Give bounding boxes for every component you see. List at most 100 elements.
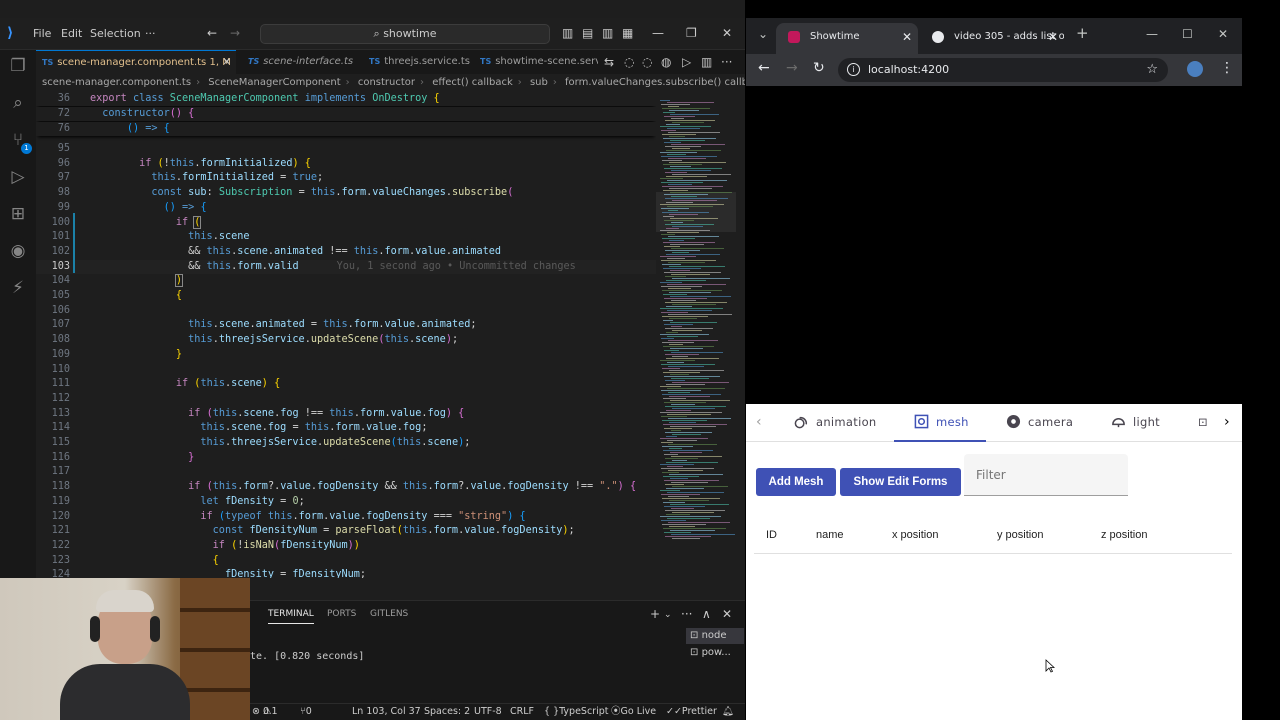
browser-tab-showtime[interactable]: Showtime ✕ bbox=[776, 23, 918, 54]
menu-edit[interactable]: Edit bbox=[61, 27, 82, 40]
code-line: 102 && this.scene.animated !== this.form… bbox=[36, 245, 656, 259]
show-edit-forms-button[interactable]: Show Edit Forms bbox=[840, 468, 961, 496]
tab-light[interactable]: light bbox=[1111, 404, 1160, 442]
tab-mesh[interactable]: mesh bbox=[894, 404, 986, 442]
tab-search-icon[interactable]: ⌄ bbox=[758, 27, 768, 41]
tab-scene-interface[interactable]: TS scene-interface.ts bbox=[242, 50, 362, 74]
new-terminal-icon[interactable]: + bbox=[650, 607, 660, 621]
layout-panel-icon[interactable]: ▤ bbox=[582, 26, 593, 40]
forward-icon[interactable]: → bbox=[786, 60, 798, 76]
menu-more-icon[interactable]: ··· bbox=[145, 27, 156, 40]
address-bar[interactable]: i localhost:4200 ☆ bbox=[838, 58, 1168, 82]
back-arrow-icon[interactable]: ← bbox=[207, 26, 217, 40]
new-tab-icon[interactable]: + bbox=[1076, 24, 1089, 42]
layout-customize-icon[interactable]: ▦ bbox=[622, 26, 633, 40]
minimap-line bbox=[666, 332, 678, 333]
code-editor[interactable]: 36 export class SceneManagerComponent imp… bbox=[36, 92, 656, 578]
more-actions-icon[interactable]: ··· bbox=[721, 55, 732, 69]
more-icon[interactable]: ··· bbox=[681, 607, 692, 621]
column-z-position[interactable]: z position bbox=[1101, 529, 1147, 541]
maximize-icon[interactable]: ❐ bbox=[686, 26, 697, 40]
breadcrumb-class[interactable]: SceneManagerComponent bbox=[208, 77, 340, 88]
terminal-list-item[interactable]: ⊡ node bbox=[686, 628, 744, 644]
problems-indicator[interactable]: ⊗ 0 ⚠ 1 bbox=[252, 704, 278, 720]
extensions-icon[interactable]: ⊞ bbox=[8, 204, 28, 224]
bookmark-star-icon[interactable]: ☆ bbox=[1146, 58, 1158, 82]
column-y-position[interactable]: y position bbox=[997, 529, 1043, 541]
menu-selection[interactable]: Selection bbox=[90, 27, 141, 40]
cursor-position[interactable]: Ln 103, Col 37 bbox=[352, 704, 421, 720]
timeline-next-icon[interactable]: ◌ bbox=[642, 55, 652, 69]
prettier[interactable]: ✓✓ Prettier bbox=[666, 704, 717, 720]
tab-animation[interactable]: animation bbox=[794, 404, 877, 442]
maximize-panel-icon[interactable]: ∧ bbox=[702, 607, 711, 621]
go-live[interactable]: ⦿ Go Live bbox=[611, 704, 656, 720]
reload-icon[interactable]: ↻ bbox=[813, 60, 825, 76]
tab-ports[interactable]: PORTS bbox=[327, 609, 356, 619]
minimap-line bbox=[665, 484, 684, 485]
go-live-icon[interactable]: ◍ bbox=[661, 55, 671, 69]
menu-file[interactable]: File bbox=[33, 27, 51, 40]
minimap[interactable] bbox=[656, 92, 745, 578]
close-panel-icon[interactable]: ✕ bbox=[722, 607, 732, 621]
lightning-icon[interactable]: ⚡ bbox=[8, 278, 28, 298]
site-info-icon[interactable]: i bbox=[847, 63, 860, 76]
run-icon[interactable]: ▷ bbox=[682, 55, 691, 69]
line-endings[interactable]: CRLF bbox=[510, 704, 534, 720]
terminal-dropdown-icon[interactable]: ⌄ bbox=[664, 610, 672, 620]
column-x-position[interactable]: x position bbox=[892, 529, 938, 541]
breadcrumb-file[interactable]: scene-manager.component.ts bbox=[42, 77, 191, 88]
tab-camera[interactable]: camera bbox=[1006, 404, 1073, 442]
tab-terminal[interactable]: TERMINAL bbox=[268, 609, 314, 624]
maximize-icon[interactable]: ☐ bbox=[1182, 27, 1193, 41]
minimap-line bbox=[671, 248, 724, 249]
close-window-icon[interactable]: ✕ bbox=[722, 26, 732, 40]
layout-sidebar-icon[interactable]: ▥ bbox=[562, 26, 573, 40]
breadcrumb-callback[interactable]: form.valueChanges.subscribe() callback bbox=[565, 77, 745, 88]
layout-secondary-icon[interactable]: ▥ bbox=[602, 26, 613, 40]
indentation[interactable]: Spaces: 2 bbox=[424, 704, 470, 720]
close-tab-icon[interactable]: ✕ bbox=[902, 23, 912, 51]
run-debug-icon[interactable]: ▷ bbox=[8, 167, 28, 187]
breadcrumb-constructor[interactable]: constructor bbox=[358, 77, 415, 88]
language-mode[interactable]: { } TypeScript bbox=[544, 704, 608, 720]
chevron-left-icon[interactable]: ‹ bbox=[756, 414, 762, 430]
profile-avatar[interactable] bbox=[1187, 61, 1203, 77]
column-id[interactable]: ID bbox=[766, 529, 777, 541]
close-icon[interactable]: ✕ bbox=[223, 51, 231, 74]
split-editor-icon[interactable]: ▥ bbox=[701, 55, 712, 69]
close-window-icon[interactable]: ✕ bbox=[1218, 27, 1228, 41]
minimize-icon[interactable]: — bbox=[1146, 27, 1158, 41]
minimize-icon[interactable]: — bbox=[652, 26, 664, 40]
ports-indicator[interactable]: ⑂ 0 bbox=[300, 704, 312, 720]
breadcrumb-sub[interactable]: sub bbox=[530, 77, 548, 88]
back-icon[interactable]: ← bbox=[758, 60, 770, 76]
command-center[interactable]: ⌕ showtime bbox=[260, 24, 550, 44]
browser-menu-icon[interactable]: ⋮ bbox=[1220, 60, 1234, 76]
search-activity-icon[interactable]: ⌕ bbox=[8, 93, 28, 113]
chevron-right-icon[interactable]: › bbox=[1224, 414, 1230, 430]
add-mesh-button[interactable]: Add Mesh bbox=[756, 468, 836, 496]
threejs-canvas[interactable] bbox=[746, 86, 1242, 404]
forward-arrow-icon[interactable]: → bbox=[230, 26, 240, 40]
timeline-prev-icon[interactable]: ◌ bbox=[624, 55, 634, 69]
terminal-list-item[interactable]: ⊡ pow... bbox=[686, 645, 744, 661]
tab-scene-manager[interactable]: TS scene-manager.component.ts 1, M ✕ bbox=[36, 50, 236, 74]
command-center-label: showtime bbox=[383, 27, 437, 40]
close-tab-icon[interactable]: ✕ bbox=[1048, 23, 1058, 51]
notifications-bell-icon[interactable]: 🔔︎ bbox=[722, 704, 734, 720]
tab-gitlens[interactable]: GITLENS bbox=[370, 609, 408, 619]
tab-showtime-scene[interactable]: TS showtime-scene.serv bbox=[474, 50, 598, 74]
next-tab-partial-icon[interactable]: ⊡ bbox=[1198, 404, 1208, 442]
column-name[interactable]: name bbox=[816, 529, 844, 541]
gitlens-icon[interactable]: ◉ bbox=[8, 241, 28, 261]
explorer-icon[interactable]: ❐ bbox=[8, 56, 28, 76]
filter-input[interactable]: Filter bbox=[964, 454, 1128, 496]
breadcrumb-effect[interactable]: effect() callback bbox=[432, 77, 513, 88]
minimap-line bbox=[670, 166, 691, 167]
terminal-output[interactable]: te. [0.820 seconds] bbox=[250, 651, 364, 662]
encoding[interactable]: UTF-8 bbox=[474, 704, 502, 720]
compare-icon[interactable]: ⇆ bbox=[604, 55, 614, 69]
tab-threejs-service[interactable]: TS threejs.service.ts bbox=[363, 50, 473, 74]
browser-tab-github[interactable]: video 305 - adds list o ✕ bbox=[920, 23, 1064, 54]
